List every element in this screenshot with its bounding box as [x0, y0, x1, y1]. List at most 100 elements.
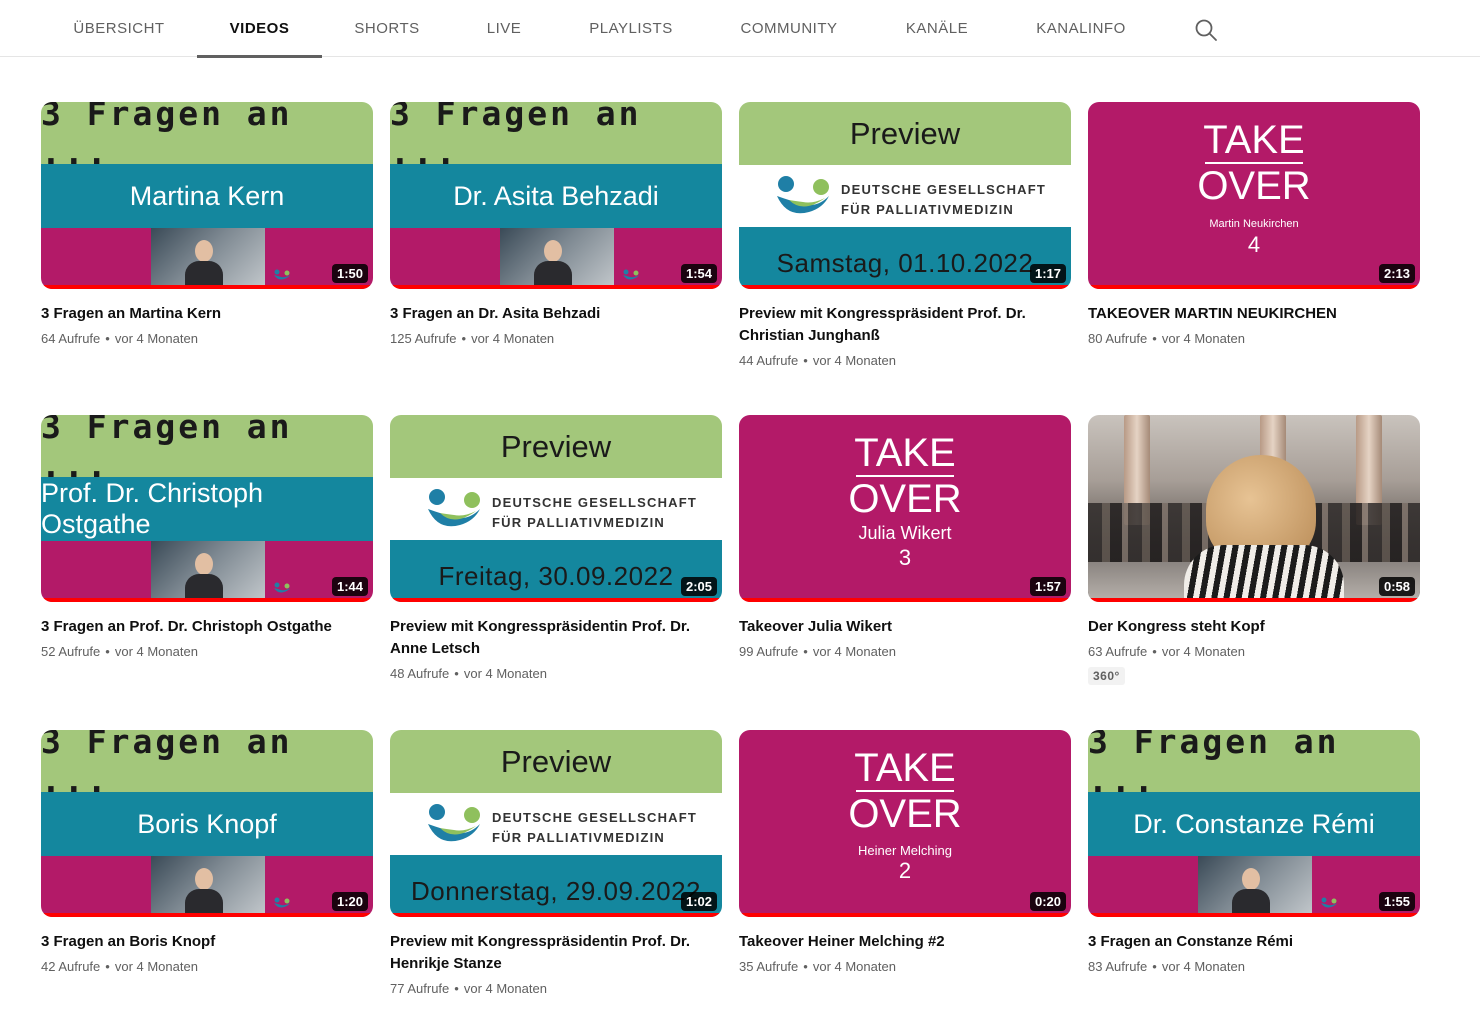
meta-separator: •	[1152, 959, 1157, 974]
tab-community[interactable]: COMMUNITY	[725, 0, 853, 57]
over-word: OVER	[1197, 164, 1311, 208]
watch-progress-bar	[41, 598, 373, 602]
video-meta: 35 Aufrufe • vor 4 Monaten	[739, 958, 1071, 976]
video-title[interactable]: 3 Fragen an Boris Knopf	[41, 931, 373, 953]
watch-progress-bar	[739, 285, 1071, 289]
duration-badge: 1:17	[1029, 264, 1066, 283]
thumb-heading: Preview	[390, 730, 722, 793]
duration-badge: 1:50	[331, 264, 368, 283]
thumb-person-name: Dr. Constanze Rémi	[1088, 792, 1420, 856]
video-title[interactable]: 3 Fragen an Martina Kern	[41, 303, 373, 325]
video-card: TAKE OVER Heiner Melching 2 0:20 Takeover Hei…	[739, 730, 1071, 998]
thumb-heading: 3 Fragen an ...	[41, 102, 373, 172]
video-meta: 77 Aufrufe • vor 4 Monaten	[390, 980, 722, 998]
speaker-photo	[151, 541, 265, 602]
duration-badge: 1:20	[331, 892, 368, 911]
tab-videos[interactable]: VIDEOS	[197, 0, 322, 58]
tab-live[interactable]: LIVE	[470, 0, 538, 57]
duration-badge: 1:44	[331, 577, 368, 596]
video-thumbnail[interactable]: TAKE OVER Heiner Melching 2 0:20	[739, 730, 1071, 917]
video-title[interactable]: 3 Fragen an Dr. Asita Behzadi	[390, 303, 722, 325]
video-meta: 83 Aufrufe • vor 4 Monaten	[1088, 958, 1420, 976]
video-meta: 63 Aufrufe • vor 4 Monaten	[1088, 643, 1420, 661]
upload-age: vor 4 Monaten	[463, 666, 547, 681]
thumb-person-name: Julia Wikert	[858, 523, 952, 543]
video-card: TAKE OVER Julia Wikert 3 1:57 Takeover Julia …	[739, 415, 1071, 685]
thumb-episode-number: 3	[898, 545, 912, 570]
thumb-heading: Preview	[390, 415, 722, 478]
view-count: 83 Aufrufe	[1088, 959, 1148, 974]
video-thumbnail[interactable]: 3 Fragen an ... Dr. Constanze Rémi 1:55	[1088, 730, 1420, 917]
video-thumbnail[interactable]: 0:58	[1088, 415, 1420, 602]
video-thumbnail[interactable]: Preview DEUTSCHE GESELLSCHAFT FÜR PALLIATI…	[390, 730, 722, 917]
watch-progress-bar	[41, 913, 373, 917]
upload-age: vor 4 Monaten	[1161, 959, 1245, 974]
thumb-person-name: Prof. Dr. Christoph Ostgathe	[41, 477, 373, 541]
video-thumbnail[interactable]: 3 Fragen an ... Prof. Dr. Christoph Ostga…	[41, 415, 373, 602]
meta-separator: •	[454, 666, 459, 681]
video-meta: 99 Aufrufe • vor 4 Monaten	[739, 643, 1071, 661]
dgp-logo-icon	[622, 268, 640, 280]
dgp-logo-icon	[773, 174, 833, 220]
video-title[interactable]: Preview mit Kongresspräsidentin Prof. Dr…	[390, 931, 722, 975]
tab-kanalinfo[interactable]: KANALINFO	[1020, 0, 1142, 57]
org-line-1: DEUTSCHE GESELLSCHAFT	[492, 495, 698, 510]
meta-separator: •	[803, 644, 808, 659]
video-thumbnail[interactable]: 3 Fragen an ... Dr. Asita Behzadi 1:54	[390, 102, 722, 289]
video-title[interactable]: 3 Fragen an Prof. Dr. Christoph Ostgathe	[41, 616, 373, 638]
video-thumbnail[interactable]: TAKE OVER Martin Neukirchen 4 2:13	[1088, 102, 1420, 289]
video-thumbnail[interactable]: TAKE OVER Julia Wikert 3 1:57	[739, 415, 1071, 602]
video-thumbnail[interactable]: Preview DEUTSCHE GESELLSCHAFT FÜR PALLIATI…	[739, 102, 1071, 289]
speaker-photo	[500, 228, 614, 289]
watch-progress-bar	[390, 285, 722, 289]
video-card: Preview DEUTSCHE GESELLSCHAFT FÜR PALLIATI…	[739, 102, 1071, 370]
video-title[interactable]: 3 Fragen an Constanze Rémi	[1088, 931, 1420, 953]
view-count: 80 Aufrufe	[1088, 331, 1148, 346]
view-count: 125 Aufrufe	[390, 331, 457, 346]
video-meta: 48 Aufrufe • vor 4 Monaten	[390, 665, 722, 683]
video-title[interactable]: Preview mit Kongresspräsident Prof. Dr. …	[739, 303, 1071, 347]
meta-separator: •	[1152, 331, 1157, 346]
duration-badge: 2:05	[680, 577, 717, 596]
tab-uebersicht[interactable]: ÜBERSICHT	[58, 0, 180, 57]
upload-age: vor 4 Monaten	[812, 959, 896, 974]
meta-separator: •	[105, 331, 110, 346]
tab-playlists[interactable]: PLAYLISTS	[575, 0, 687, 57]
meta-separator: •	[105, 644, 110, 659]
video-meta: 52 Aufrufe • vor 4 Monaten	[41, 643, 373, 661]
view-count: 64 Aufrufe	[41, 331, 101, 346]
over-word: OVER	[848, 792, 962, 836]
thumb-takeover-title: TAKE OVER	[739, 431, 1071, 521]
dgp-logo-icon	[424, 487, 484, 533]
tab-kanaele[interactable]: KANÄLE	[892, 0, 982, 57]
video-card: 3 Fragen an ... Dr. Asita Behzadi 1:54 3 Fr…	[390, 102, 722, 370]
thumb-date: Freitag, 30.09.2022	[390, 540, 722, 602]
view-count: 48 Aufrufe	[390, 666, 450, 681]
take-word: TAKE	[854, 431, 956, 475]
channel-tab-bar: ÜBERSICHT VIDEOS SHORTS LIVE PLAYLISTS C…	[0, 0, 1480, 58]
video-title[interactable]: Takeover Julia Wikert	[739, 616, 1071, 638]
thumb-episode-number: 4	[1247, 232, 1261, 257]
video-title[interactable]: TAKEOVER MARTIN NEUKIRCHEN	[1088, 303, 1420, 325]
thumb-heading: 3 Fragen an ...	[41, 415, 373, 485]
video-meta: 64 Aufrufe • vor 4 Monaten	[41, 330, 373, 348]
tab-shorts[interactable]: SHORTS	[340, 0, 434, 57]
watch-progress-bar	[1088, 285, 1420, 289]
search-icon[interactable]	[1192, 16, 1220, 44]
thumb-episode-number: 2	[898, 858, 912, 883]
upload-age: vor 4 Monaten	[114, 331, 198, 346]
video-card: 3 Fragen an ... Martina Kern 1:50 3 Fragen …	[41, 102, 373, 370]
org-line-1: DEUTSCHE GESELLSCHAFT	[841, 182, 1047, 197]
video-grid-row-3: 3 Fragen an ... Boris Knopf 1:20 3 Fragen a…	[41, 730, 1421, 998]
video-title[interactable]: Der Kongress steht Kopf	[1088, 616, 1420, 638]
video-thumbnail[interactable]: Preview DEUTSCHE GESELLSCHAFT FÜR PALLIATI…	[390, 415, 722, 602]
video-title[interactable]: Takeover Heiner Melching #2	[739, 931, 1071, 953]
thumb-date: Samstag, 01.10.2022	[739, 227, 1071, 289]
video-thumbnail[interactable]: 3 Fragen an ... Martina Kern 1:50	[41, 102, 373, 289]
video-title[interactable]: Preview mit Kongresspräsidentin Prof. Dr…	[390, 616, 722, 660]
video-thumbnail[interactable]: 3 Fragen an ... Boris Knopf 1:20	[41, 730, 373, 917]
video-card: 3 Fragen an ... Prof. Dr. Christoph Ostga…	[41, 415, 373, 685]
watch-progress-bar	[739, 913, 1071, 917]
view-count: 35 Aufrufe	[739, 959, 799, 974]
upload-age: vor 4 Monaten	[114, 959, 198, 974]
